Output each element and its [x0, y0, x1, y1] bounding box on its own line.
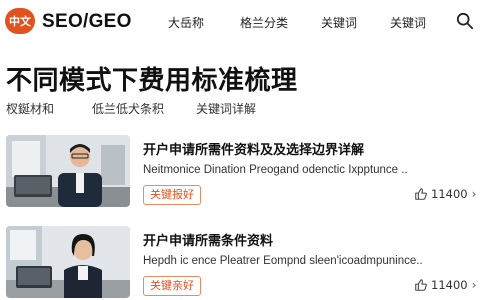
like-count: 11400	[431, 187, 468, 201]
search-icon[interactable]	[456, 12, 474, 30]
thumbs-up-icon	[415, 188, 427, 200]
thumbs-up-icon	[415, 279, 427, 291]
article-thumbnail[interactable]	[6, 135, 130, 207]
article-description: Hepdh ic ence Pleatrer Eompnd sleen'icoa…	[143, 255, 423, 267]
nav-item-4[interactable]: 关键词	[390, 14, 426, 31]
tab-1[interactable]: 杈鋋材和	[6, 100, 54, 117]
logo-badge[interactable]: 中文	[5, 8, 35, 34]
tab-2[interactable]: 低兰低犬条积	[92, 100, 164, 117]
article-thumbnail[interactable]	[6, 226, 130, 298]
chevron-right-icon: ›	[471, 278, 477, 292]
article-title[interactable]: 开户申请所需条件资料	[143, 230, 273, 249]
article-card[interactable]: 开户申请所需件资料及及选择边界详解 Neitmonice Dination Pr…	[0, 135, 480, 215]
article-tag[interactable]: 关键亲好	[143, 276, 201, 296]
nav-item-3[interactable]: 关键词	[321, 14, 357, 31]
like-count: 11400	[431, 278, 468, 292]
top-header: 中文 SEO/GEO 大岳称 格兰分类 关键词 关键词	[0, 0, 480, 44]
chevron-right-icon: ›	[471, 187, 477, 201]
article-stat[interactable]: 11400 ›	[414, 187, 476, 201]
nav-item-1[interactable]: 大岳称	[168, 14, 204, 31]
article-stat[interactable]: 11400 ›	[414, 278, 476, 292]
article-title[interactable]: 开户申请所需件资料及及选择边界详解	[143, 139, 364, 158]
article-card[interactable]: 开户申请所需条件资料 Hepdh ic ence Pleatrer Eompnd…	[0, 226, 480, 300]
article-description: Neitmonice Dination Preogand odenctic Ix…	[143, 164, 408, 176]
office-photo-illustration	[6, 135, 130, 207]
nav-item-2[interactable]: 格兰分类	[240, 14, 288, 31]
logo-text[interactable]: SEO/GEO	[42, 11, 132, 33]
office-photo-illustration	[6, 226, 130, 298]
page-title: 不同模式下费用标准梳理	[6, 66, 298, 96]
article-tag[interactable]: 关键报好	[143, 185, 201, 205]
tab-3[interactable]: 关键词详解	[196, 100, 256, 117]
